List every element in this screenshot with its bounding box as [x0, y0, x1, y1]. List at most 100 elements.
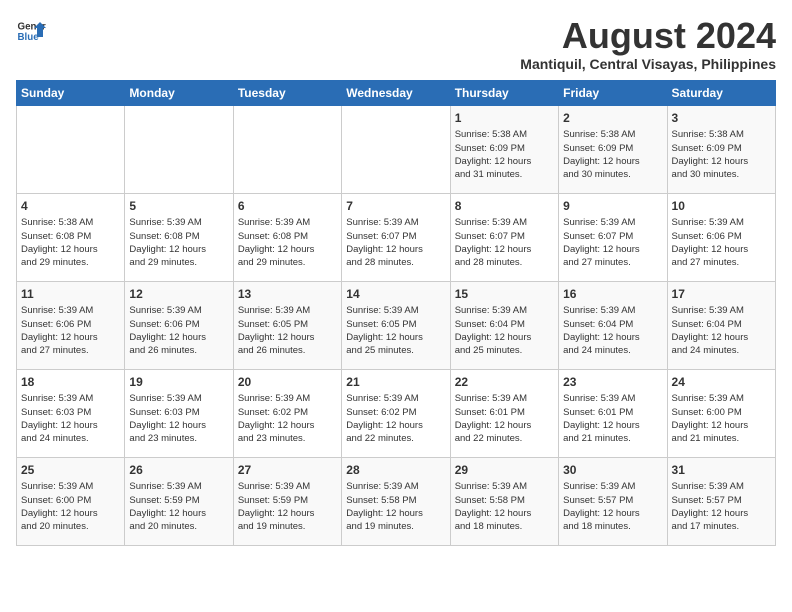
calendar-cell: 29Sunrise: 5:39 AM Sunset: 5:58 PM Dayli… [450, 457, 558, 545]
day-info: Sunrise: 5:39 AM Sunset: 6:02 PM Dayligh… [238, 392, 337, 445]
weekday-header-monday: Monday [125, 80, 233, 105]
day-info: Sunrise: 5:39 AM Sunset: 5:58 PM Dayligh… [455, 480, 554, 533]
day-info: Sunrise: 5:39 AM Sunset: 6:06 PM Dayligh… [672, 216, 771, 269]
day-info: Sunrise: 5:39 AM Sunset: 6:04 PM Dayligh… [672, 304, 771, 357]
title-section: August 2024 Mantiquil, Central Visayas, … [520, 16, 776, 72]
day-info: Sunrise: 5:39 AM Sunset: 6:00 PM Dayligh… [21, 480, 120, 533]
day-info: Sunrise: 5:39 AM Sunset: 6:03 PM Dayligh… [21, 392, 120, 445]
day-info: Sunrise: 5:39 AM Sunset: 6:02 PM Dayligh… [346, 392, 445, 445]
day-info: Sunrise: 5:39 AM Sunset: 6:04 PM Dayligh… [455, 304, 554, 357]
day-info: Sunrise: 5:39 AM Sunset: 6:07 PM Dayligh… [563, 216, 662, 269]
day-info: Sunrise: 5:38 AM Sunset: 6:08 PM Dayligh… [21, 216, 120, 269]
weekday-header-friday: Friday [559, 80, 667, 105]
calendar-cell [125, 105, 233, 193]
day-info: Sunrise: 5:39 AM Sunset: 6:04 PM Dayligh… [563, 304, 662, 357]
day-number: 9 [563, 198, 662, 215]
day-info: Sunrise: 5:39 AM Sunset: 6:06 PM Dayligh… [129, 304, 228, 357]
calendar-cell: 30Sunrise: 5:39 AM Sunset: 5:57 PM Dayli… [559, 457, 667, 545]
calendar-cell [233, 105, 341, 193]
day-number: 5 [129, 198, 228, 215]
day-number: 11 [21, 286, 120, 303]
calendar-subtitle: Mantiquil, Central Visayas, Philippines [520, 56, 776, 72]
day-number: 16 [563, 286, 662, 303]
calendar-cell: 31Sunrise: 5:39 AM Sunset: 5:57 PM Dayli… [667, 457, 775, 545]
day-info: Sunrise: 5:39 AM Sunset: 6:07 PM Dayligh… [346, 216, 445, 269]
day-info: Sunrise: 5:39 AM Sunset: 5:59 PM Dayligh… [238, 480, 337, 533]
day-number: 19 [129, 374, 228, 391]
day-info: Sunrise: 5:39 AM Sunset: 6:06 PM Dayligh… [21, 304, 120, 357]
day-number: 3 [672, 110, 771, 127]
day-number: 24 [672, 374, 771, 391]
calendar-cell: 22Sunrise: 5:39 AM Sunset: 6:01 PM Dayli… [450, 369, 558, 457]
calendar-cell: 4Sunrise: 5:38 AM Sunset: 6:08 PM Daylig… [17, 193, 125, 281]
day-number: 31 [672, 462, 771, 479]
day-number: 21 [346, 374, 445, 391]
day-number: 18 [21, 374, 120, 391]
day-number: 15 [455, 286, 554, 303]
day-info: Sunrise: 5:39 AM Sunset: 6:03 PM Dayligh… [129, 392, 228, 445]
calendar-cell: 11Sunrise: 5:39 AM Sunset: 6:06 PM Dayli… [17, 281, 125, 369]
logo-icon: General Blue [16, 16, 46, 46]
calendar-cell: 5Sunrise: 5:39 AM Sunset: 6:08 PM Daylig… [125, 193, 233, 281]
day-info: Sunrise: 5:39 AM Sunset: 5:57 PM Dayligh… [563, 480, 662, 533]
day-info: Sunrise: 5:39 AM Sunset: 6:08 PM Dayligh… [238, 216, 337, 269]
day-info: Sunrise: 5:39 AM Sunset: 5:58 PM Dayligh… [346, 480, 445, 533]
day-number: 4 [21, 198, 120, 215]
calendar-cell: 7Sunrise: 5:39 AM Sunset: 6:07 PM Daylig… [342, 193, 450, 281]
calendar-cell: 10Sunrise: 5:39 AM Sunset: 6:06 PM Dayli… [667, 193, 775, 281]
logo: General Blue [16, 16, 46, 46]
day-info: Sunrise: 5:38 AM Sunset: 6:09 PM Dayligh… [563, 128, 662, 181]
calendar-title: August 2024 [520, 16, 776, 56]
day-info: Sunrise: 5:39 AM Sunset: 5:57 PM Dayligh… [672, 480, 771, 533]
calendar-cell: 25Sunrise: 5:39 AM Sunset: 6:00 PM Dayli… [17, 457, 125, 545]
day-number: 20 [238, 374, 337, 391]
day-number: 26 [129, 462, 228, 479]
weekday-header-saturday: Saturday [667, 80, 775, 105]
day-number: 8 [455, 198, 554, 215]
day-number: 27 [238, 462, 337, 479]
calendar-cell: 16Sunrise: 5:39 AM Sunset: 6:04 PM Dayli… [559, 281, 667, 369]
day-info: Sunrise: 5:39 AM Sunset: 6:08 PM Dayligh… [129, 216, 228, 269]
calendar-cell: 3Sunrise: 5:38 AM Sunset: 6:09 PM Daylig… [667, 105, 775, 193]
calendar-cell: 24Sunrise: 5:39 AM Sunset: 6:00 PM Dayli… [667, 369, 775, 457]
day-info: Sunrise: 5:39 AM Sunset: 6:01 PM Dayligh… [455, 392, 554, 445]
day-number: 23 [563, 374, 662, 391]
calendar-cell: 26Sunrise: 5:39 AM Sunset: 5:59 PM Dayli… [125, 457, 233, 545]
day-number: 12 [129, 286, 228, 303]
weekday-header-tuesday: Tuesday [233, 80, 341, 105]
day-number: 17 [672, 286, 771, 303]
weekday-header-thursday: Thursday [450, 80, 558, 105]
calendar-cell: 6Sunrise: 5:39 AM Sunset: 6:08 PM Daylig… [233, 193, 341, 281]
calendar-cell: 27Sunrise: 5:39 AM Sunset: 5:59 PM Dayli… [233, 457, 341, 545]
calendar-cell [17, 105, 125, 193]
day-info: Sunrise: 5:39 AM Sunset: 6:07 PM Dayligh… [455, 216, 554, 269]
calendar-cell: 13Sunrise: 5:39 AM Sunset: 6:05 PM Dayli… [233, 281, 341, 369]
day-number: 25 [21, 462, 120, 479]
calendar-cell: 15Sunrise: 5:39 AM Sunset: 6:04 PM Dayli… [450, 281, 558, 369]
day-number: 6 [238, 198, 337, 215]
calendar-cell: 2Sunrise: 5:38 AM Sunset: 6:09 PM Daylig… [559, 105, 667, 193]
day-number: 22 [455, 374, 554, 391]
day-info: Sunrise: 5:39 AM Sunset: 6:01 PM Dayligh… [563, 392, 662, 445]
svg-text:Blue: Blue [18, 32, 40, 43]
calendar-cell: 1Sunrise: 5:38 AM Sunset: 6:09 PM Daylig… [450, 105, 558, 193]
calendar-cell: 23Sunrise: 5:39 AM Sunset: 6:01 PM Dayli… [559, 369, 667, 457]
weekday-header-sunday: Sunday [17, 80, 125, 105]
day-info: Sunrise: 5:38 AM Sunset: 6:09 PM Dayligh… [672, 128, 771, 181]
day-info: Sunrise: 5:39 AM Sunset: 6:05 PM Dayligh… [346, 304, 445, 357]
day-number: 14 [346, 286, 445, 303]
day-number: 28 [346, 462, 445, 479]
day-number: 7 [346, 198, 445, 215]
calendar-cell: 14Sunrise: 5:39 AM Sunset: 6:05 PM Dayli… [342, 281, 450, 369]
day-number: 30 [563, 462, 662, 479]
day-info: Sunrise: 5:39 AM Sunset: 6:00 PM Dayligh… [672, 392, 771, 445]
day-number: 1 [455, 110, 554, 127]
calendar-cell [342, 105, 450, 193]
day-number: 10 [672, 198, 771, 215]
calendar-cell: 21Sunrise: 5:39 AM Sunset: 6:02 PM Dayli… [342, 369, 450, 457]
day-info: Sunrise: 5:38 AM Sunset: 6:09 PM Dayligh… [455, 128, 554, 181]
weekday-header-wednesday: Wednesday [342, 80, 450, 105]
day-number: 2 [563, 110, 662, 127]
calendar-cell: 18Sunrise: 5:39 AM Sunset: 6:03 PM Dayli… [17, 369, 125, 457]
calendar-cell: 19Sunrise: 5:39 AM Sunset: 6:03 PM Dayli… [125, 369, 233, 457]
